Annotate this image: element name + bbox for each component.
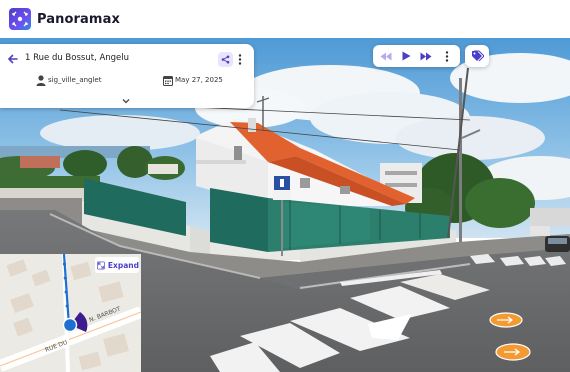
share-button[interactable] — [218, 52, 233, 67]
picture-date: May 27, 2025 — [175, 76, 223, 84]
sequence-playback-bar — [373, 45, 460, 67]
navigation-arrow-right-2-icon[interactable] — [495, 343, 531, 361]
play-icon — [402, 51, 410, 61]
calendar-icon — [163, 76, 173, 86]
navigation-arrow-right-icon[interactable] — [489, 312, 523, 328]
card-menu-button[interactable] — [236, 52, 244, 67]
play-button[interactable] — [397, 45, 415, 67]
next-button[interactable] — [416, 45, 436, 67]
user-icon — [36, 75, 46, 86]
more-vertical-icon — [445, 50, 449, 62]
rewind-icon — [380, 52, 392, 60]
panoramax-logo-icon — [12, 11, 28, 27]
expand-map-label: Expand — [107, 260, 139, 270]
playback-menu-button[interactable] — [440, 45, 454, 67]
current-position-marker — [62, 317, 78, 333]
arrow-left-icon[interactable] — [7, 53, 19, 65]
app-title: Panoramax — [37, 11, 120, 27]
expand-icon — [97, 261, 105, 269]
previous-button[interactable] — [376, 45, 396, 67]
expand-map-button[interactable]: Expand — [95, 257, 139, 273]
picture-address: 1 Rue du Bossut, Angelu — [25, 53, 130, 63]
fast-forward-icon — [420, 52, 432, 60]
share-icon — [221, 55, 230, 64]
chevron-down-icon[interactable] — [121, 97, 131, 105]
picture-info-card: 1 Rue du Bossut, Angelu sig_ville_anglet… — [0, 44, 254, 108]
semantic-tags-button[interactable] — [465, 45, 489, 67]
more-vertical-icon — [238, 54, 242, 65]
tag-icon — [471, 50, 484, 62]
picture-author[interactable]: sig_ville_anglet — [48, 76, 101, 84]
panoramax-logo[interactable] — [9, 8, 31, 30]
app-header: Panoramax — [0, 0, 570, 38]
